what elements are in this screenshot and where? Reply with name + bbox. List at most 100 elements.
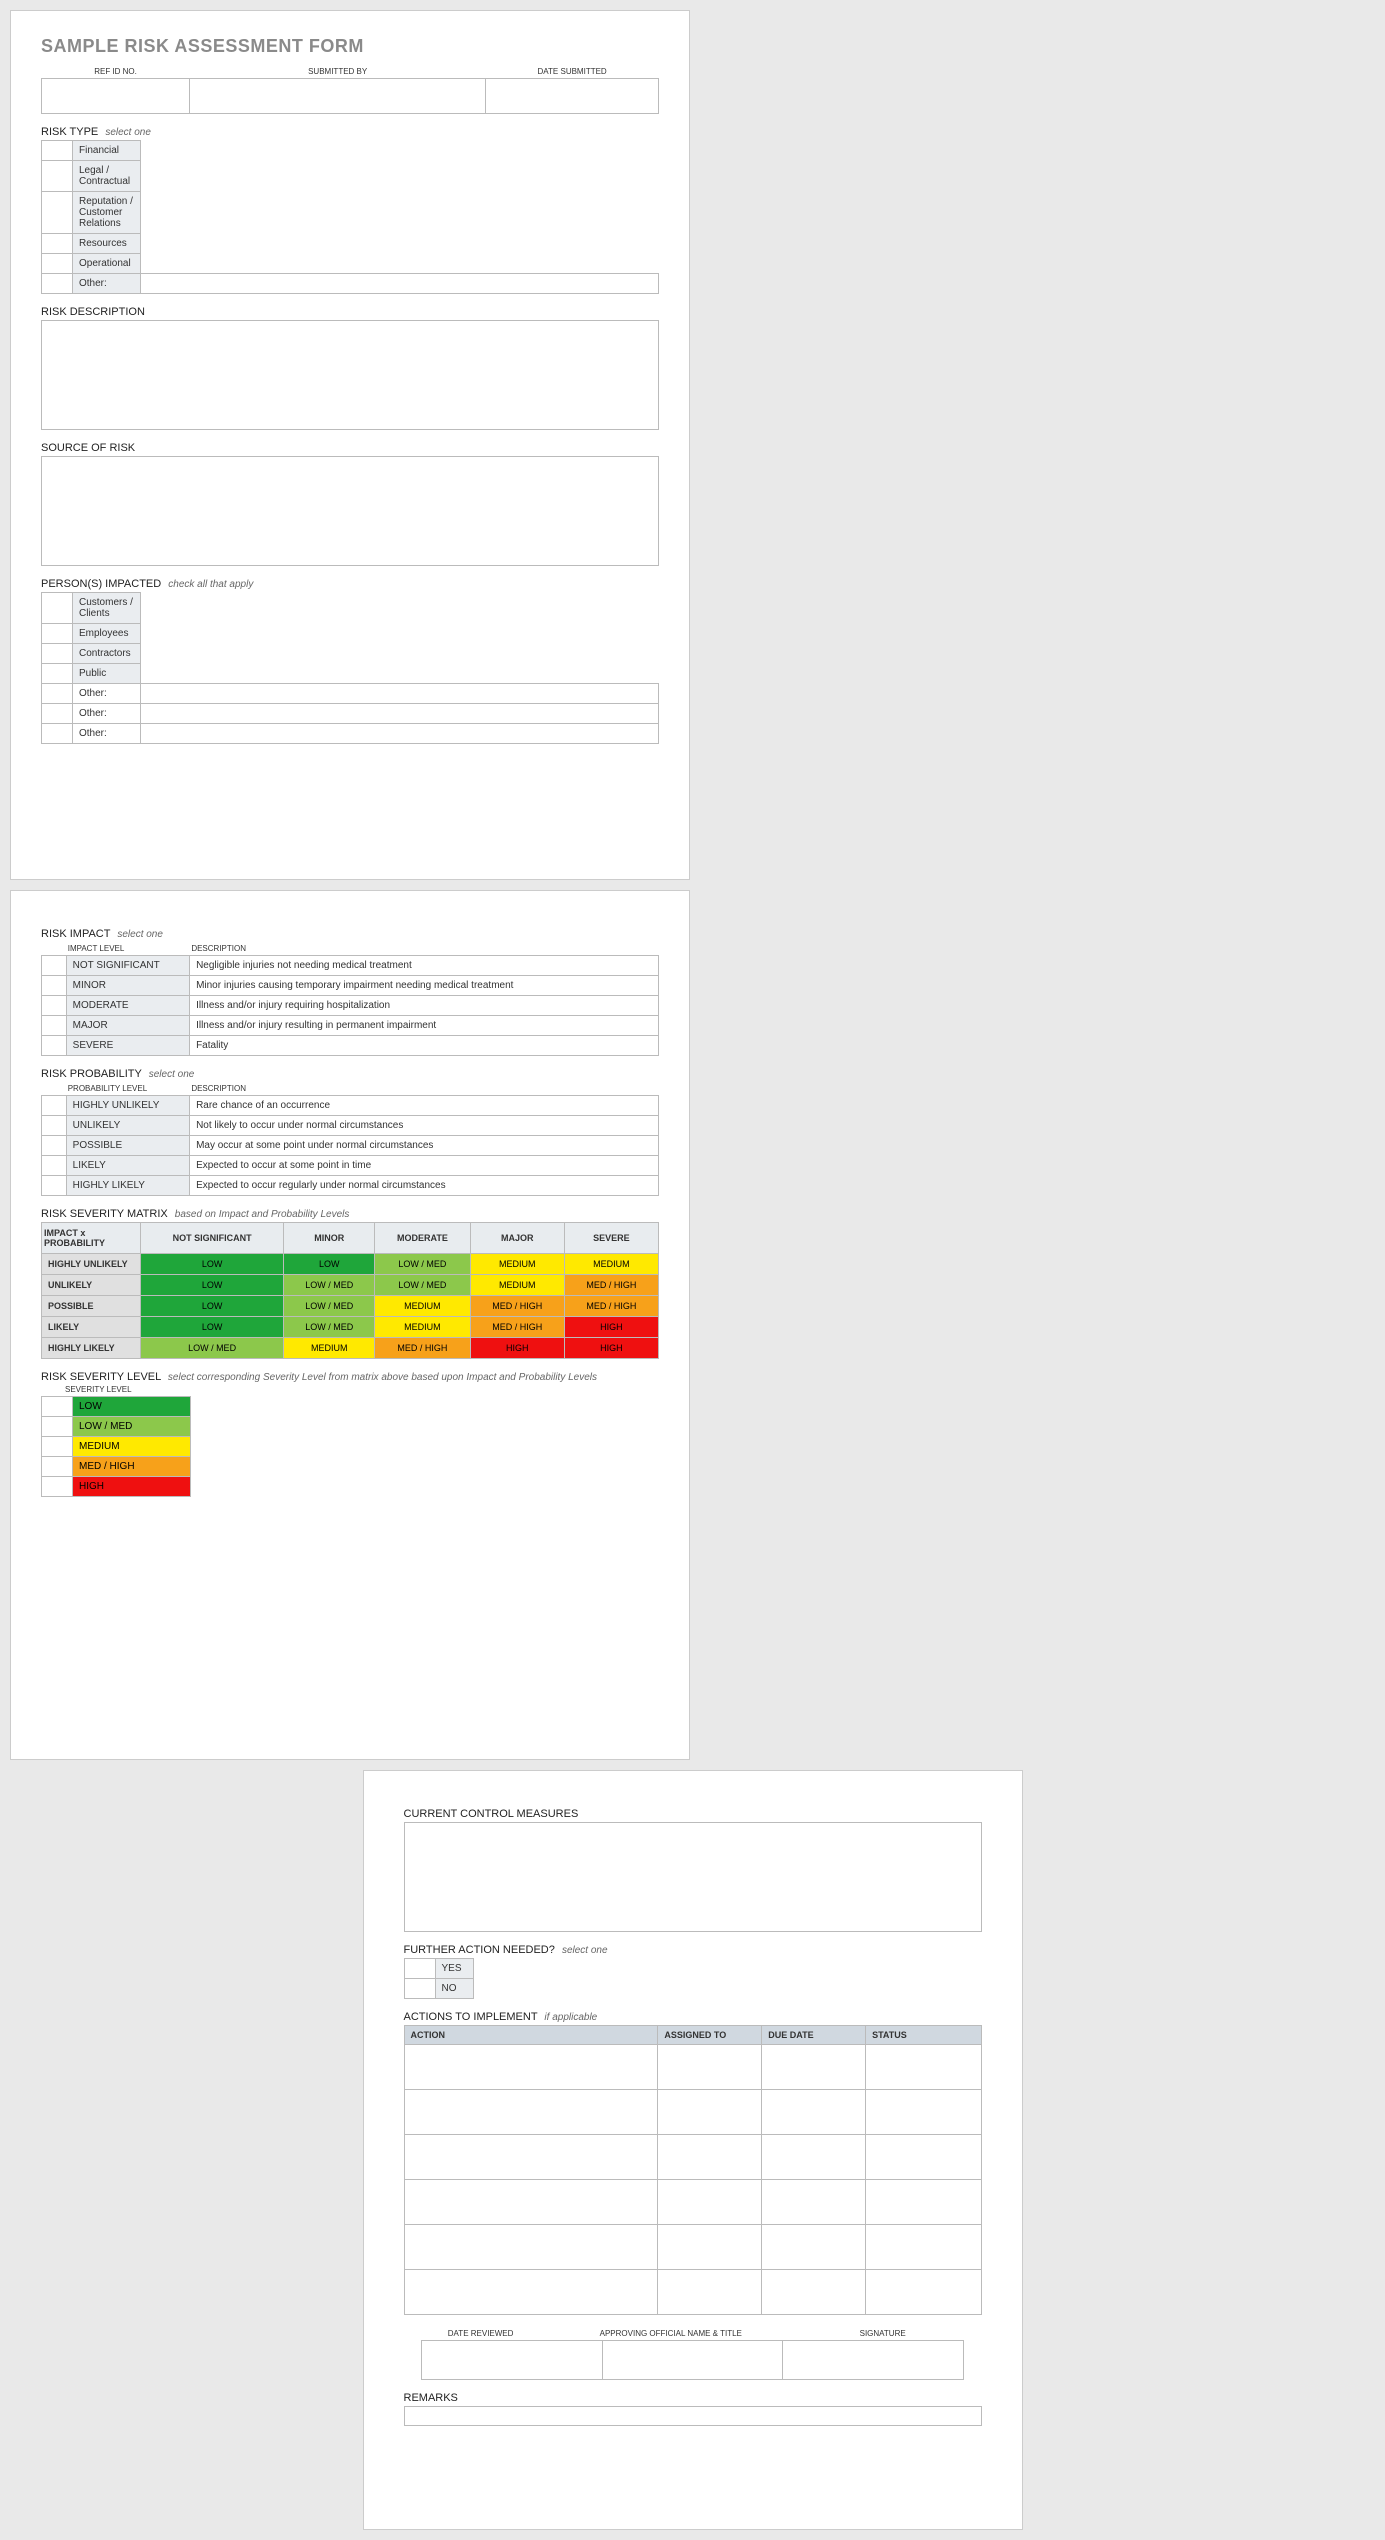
severity-check[interactable] (42, 1397, 73, 1417)
duedate-cell[interactable] (762, 2045, 866, 2090)
person-check[interactable] (42, 684, 73, 704)
matrix-cell: LOW (140, 1317, 284, 1338)
source-input[interactable] (41, 456, 659, 566)
risk-type-hint: select one (105, 127, 151, 138)
risk-type-check[interactable] (42, 141, 73, 161)
hdr-date-label: DATE SUBMITTED (486, 65, 659, 79)
severity-check[interactable] (42, 1417, 73, 1437)
assigned-cell[interactable] (658, 2135, 762, 2180)
duedate-cell[interactable] (762, 2135, 866, 2180)
person-check[interactable] (42, 624, 73, 644)
level-description: Rare chance of an occurrence (190, 1096, 659, 1116)
level-name: MAJOR (66, 1016, 189, 1036)
action-cell[interactable] (404, 2135, 658, 2180)
severity-check[interactable] (42, 1437, 73, 1457)
matrix-col-header: MODERATE (375, 1223, 471, 1254)
risk-type-other-input[interactable] (141, 274, 659, 294)
probability-header: PROBABILITY LEVEL DESCRIPTION (41, 1082, 659, 1095)
level-check[interactable] (42, 976, 67, 996)
person-check[interactable] (42, 593, 73, 624)
person-other-input[interactable] (141, 724, 659, 744)
risk-description-input[interactable] (41, 320, 659, 430)
level-check[interactable] (42, 956, 67, 976)
person-check[interactable] (42, 644, 73, 664)
level-description: May occur at some point under normal cir… (190, 1136, 659, 1156)
level-check[interactable] (42, 1036, 67, 1056)
level-check[interactable] (42, 1136, 67, 1156)
severity-hint: select corresponding Severity Level from… (168, 1372, 597, 1383)
action-cell[interactable] (404, 2045, 658, 2090)
severity-table: LOWLOW / MEDMEDIUMMED / HIGHHIGH (41, 1396, 191, 1497)
level-check[interactable] (42, 996, 67, 1016)
person-check[interactable] (42, 704, 73, 724)
duedate-cell[interactable] (762, 2090, 866, 2135)
assigned-cell[interactable] (658, 2045, 762, 2090)
action-cell[interactable] (404, 2225, 658, 2270)
remarks-input[interactable] (404, 2406, 982, 2426)
status-cell[interactable] (866, 2045, 981, 2090)
controls-input[interactable] (404, 1822, 982, 1932)
level-check[interactable] (42, 1176, 67, 1196)
status-cell[interactable] (866, 2135, 981, 2180)
person-other-input[interactable] (141, 684, 659, 704)
further-table: YES NO (404, 1958, 474, 1999)
level-name: HIGHLY LIKELY (66, 1176, 189, 1196)
level-name: UNLIKELY (66, 1116, 189, 1136)
status-cell[interactable] (866, 2180, 981, 2225)
assigned-cell[interactable] (658, 2090, 762, 2135)
person-other-input[interactable] (141, 704, 659, 724)
sign-date-label: DATE REVIEWED (421, 2327, 541, 2340)
severity-check[interactable] (42, 1477, 73, 1497)
person-check[interactable] (42, 664, 73, 684)
action-cell[interactable] (404, 2270, 658, 2315)
matrix-cell: MED / HIGH (470, 1317, 564, 1338)
assigned-cell[interactable] (658, 2270, 762, 2315)
severity-check[interactable] (42, 1457, 73, 1477)
signature-input[interactable] (783, 2341, 964, 2380)
date-reviewed-input[interactable] (421, 2341, 602, 2380)
risk-type-check[interactable] (42, 254, 73, 274)
severity-label-text: RISK SEVERITY LEVEL (41, 1371, 161, 1383)
probability-col2: DESCRIPTION (189, 1082, 659, 1095)
risk-type-check[interactable] (42, 274, 73, 294)
risk-type-check[interactable] (42, 161, 73, 192)
matrix-row-header: UNLIKELY (42, 1275, 141, 1296)
further-yes-check[interactable] (404, 1959, 435, 1979)
probability-label: RISK PROBABILITY select one (41, 1068, 659, 1080)
duedate-cell[interactable] (762, 2225, 866, 2270)
risk-type-check[interactable] (42, 192, 73, 234)
form-title: SAMPLE RISK ASSESSMENT FORM (41, 36, 659, 57)
assigned-cell[interactable] (658, 2225, 762, 2270)
risk-type-check[interactable] (42, 234, 73, 254)
level-description: Illness and/or injury resulting in perma… (190, 1016, 659, 1036)
ref-id-input[interactable] (42, 79, 190, 114)
severity-level: HIGH (73, 1477, 191, 1497)
probability-col1: PROBABILITY LEVEL (66, 1082, 190, 1095)
further-no-check[interactable] (404, 1979, 435, 1999)
submitted-by-input[interactable] (190, 79, 486, 114)
actions-col-header: STATUS (866, 2026, 981, 2045)
level-name: NOT SIGNIFICANT (66, 956, 189, 976)
signoff-table (421, 2340, 964, 2380)
duedate-cell[interactable] (762, 2270, 866, 2315)
risk-type-option: Financial (73, 141, 141, 161)
matrix-label: RISK SEVERITY MATRIX based on Impact and… (41, 1208, 659, 1220)
level-check[interactable] (42, 1156, 67, 1176)
person-other-label: Other: (73, 704, 141, 724)
level-check[interactable] (42, 1116, 67, 1136)
approver-input[interactable] (602, 2341, 783, 2380)
status-cell[interactable] (866, 2225, 981, 2270)
assigned-cell[interactable] (658, 2180, 762, 2225)
actions-col-header: ACTION (404, 2026, 658, 2045)
action-cell[interactable] (404, 2180, 658, 2225)
level-name: POSSIBLE (66, 1136, 189, 1156)
status-cell[interactable] (866, 2090, 981, 2135)
date-submitted-input[interactable] (486, 79, 659, 114)
duedate-cell[interactable] (762, 2180, 866, 2225)
level-check[interactable] (42, 1096, 67, 1116)
status-cell[interactable] (866, 2270, 981, 2315)
header-table: REF ID NO. SUBMITTED BY DATE SUBMITTED (41, 65, 659, 114)
level-check[interactable] (42, 1016, 67, 1036)
action-cell[interactable] (404, 2090, 658, 2135)
person-check[interactable] (42, 724, 73, 744)
